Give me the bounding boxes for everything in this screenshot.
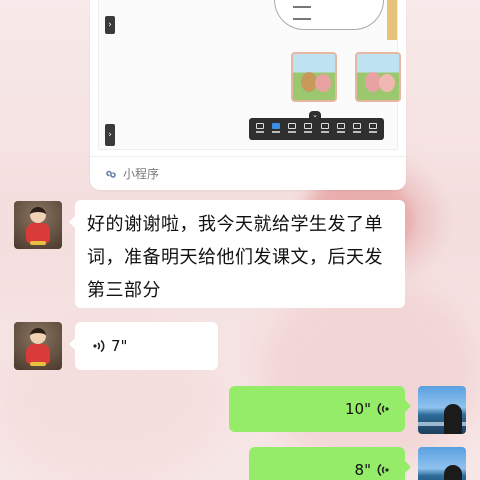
contact-avatar[interactable] <box>14 322 62 370</box>
pigs-picture <box>355 52 401 102</box>
contact-avatar[interactable] <box>14 201 62 249</box>
mini-program-footer: 小程序 <box>90 156 406 190</box>
toolbar-tool <box>336 123 346 135</box>
preview-toolbar <box>249 118 384 140</box>
mini-program-icon <box>106 170 116 178</box>
page-left-arrow: › <box>105 16 115 34</box>
toolbar-tool <box>303 123 313 135</box>
voice-duration: 7" <box>111 337 128 355</box>
toolbar-tool-active <box>271 123 281 135</box>
outgoing-voice-bubble[interactable]: 10" <box>229 386 411 432</box>
panel-toggle-arrow: › <box>105 124 115 146</box>
voice-duration: 10" <box>345 400 371 418</box>
outgoing-voice-bubble[interactable]: 8" <box>249 447 411 480</box>
voice-outgoing-icon <box>377 463 389 477</box>
mini-program-card[interactable]: › › ⌄ 小程序 <box>90 0 406 190</box>
incoming-text-bubble[interactable]: 好的谢谢啦，我今天就给学生发了单词，准备明天给他们发课文，后天发第三部分 <box>69 200 405 308</box>
toolbar-tool <box>255 123 265 135</box>
mini-program-preview: › › ⌄ <box>98 0 401 150</box>
my-avatar[interactable] <box>418 447 466 480</box>
speech-cloud-illustration <box>274 0 384 30</box>
voice-duration: 8" <box>354 461 371 479</box>
toolbar-tool <box>368 123 378 135</box>
message-text: 好的谢谢啦，我今天就给学生发了单词，准备明天给他们发课文，后天发第三部分 <box>87 214 383 301</box>
toolbar-tool <box>320 123 330 135</box>
incoming-voice-bubble[interactable]: 7" <box>69 322 218 370</box>
toolbar-tool <box>352 123 362 135</box>
voice-incoming-icon <box>93 339 105 353</box>
mini-program-label: 小程序 <box>123 167 160 181</box>
bears-picture <box>291 52 337 102</box>
toolbar-tool <box>287 123 297 135</box>
decor-stripe <box>387 0 397 40</box>
my-avatar[interactable] <box>418 386 466 434</box>
voice-outgoing-icon <box>377 402 389 416</box>
